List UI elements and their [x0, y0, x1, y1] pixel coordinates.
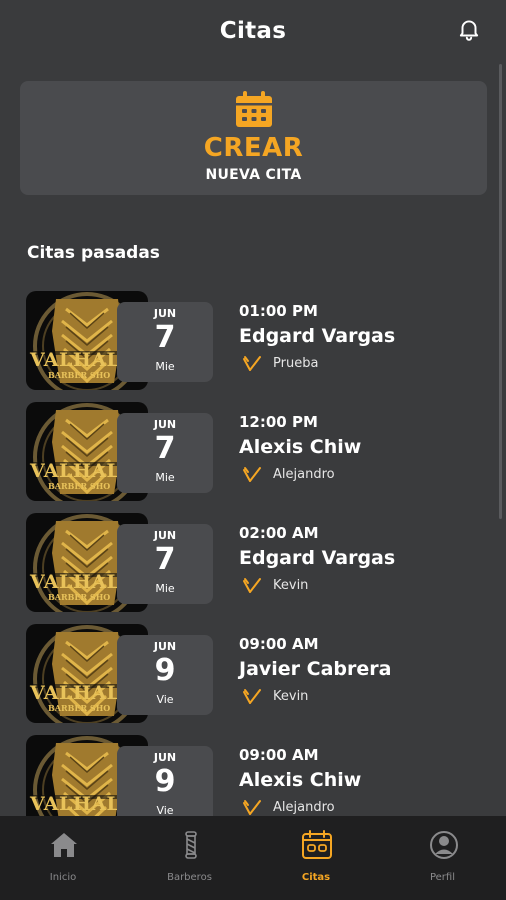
- appointment-row[interactable]: VALHALI BARBER SHO JUN 7 Mie 12:00 PM Al…: [0, 401, 506, 502]
- appointment-info: 09:00 AM Alexis Chiw Alejandro: [239, 746, 361, 816]
- create-subtitle: NUEVA CITA: [205, 167, 302, 183]
- nav-label: Perfil: [429, 872, 455, 883]
- barber-line: Alejandro: [239, 465, 361, 483]
- barber-name: Kevin: [273, 577, 309, 593]
- date-badge: JUN 7 Mie: [117, 302, 213, 382]
- calendar-icon: [236, 91, 272, 127]
- date-day: 9: [154, 764, 176, 799]
- bottom-navigation: Inicio Barberos Citas Perfil: [0, 816, 506, 900]
- date-weekday: Vie: [156, 693, 174, 706]
- razor-icon: [243, 578, 261, 593]
- nav-item-inicio[interactable]: Inicio: [0, 816, 126, 900]
- client-name: Javier Cabrera: [239, 658, 392, 680]
- appointment-info: 02:00 AM Edgard Vargas Kevin: [239, 524, 395, 594]
- appointment-time: 01:00 PM: [239, 302, 318, 320]
- appointment-time: 02:00 AM: [239, 524, 319, 542]
- client-name: Edgard Vargas: [239, 325, 396, 347]
- client-name: Alexis Chiw: [239, 436, 362, 458]
- appointment-info: 09:00 AM Javier Cabrera Kevin: [239, 635, 391, 705]
- date-weekday: Mie: [155, 582, 175, 595]
- barber-name: Alejandro: [273, 466, 335, 482]
- date-day: 7: [154, 431, 176, 466]
- appointment-row[interactable]: VALHALI BARBER SHO JUN 7 Mie 02:00 AM Ed…: [0, 512, 506, 613]
- date-month: JUN: [153, 307, 177, 320]
- user-icon: [428, 830, 460, 860]
- appointment-time: 12:00 PM: [239, 413, 318, 431]
- date-badge: JUN 7 Mie: [117, 413, 213, 493]
- barber-line: Kevin: [239, 687, 391, 705]
- appointment-time: 09:00 AM: [239, 746, 319, 764]
- barber-line: Kevin: [239, 576, 395, 594]
- nav-item-perfil[interactable]: Perfil: [380, 816, 506, 900]
- date-month: JUN: [153, 751, 177, 764]
- date-badge: JUN 7 Mie: [117, 524, 213, 604]
- calendar-icon: [301, 830, 333, 860]
- nav-label: Citas: [301, 872, 331, 883]
- date-month: JUN: [153, 529, 177, 542]
- razor-icon: [243, 356, 261, 371]
- nav-item-citas[interactable]: Citas: [253, 816, 379, 900]
- date-badge: JUN 9 Vie: [117, 746, 213, 826]
- appointment-info: 12:00 PM Alexis Chiw Alejandro: [239, 413, 361, 483]
- app-header: Citas: [0, 0, 506, 64]
- appointment-time: 09:00 AM: [239, 635, 319, 653]
- barber-line: Prueba: [239, 354, 395, 372]
- client-name: Edgard Vargas: [239, 547, 396, 569]
- create-title: CREAR: [203, 133, 304, 163]
- client-name: Alexis Chiw: [239, 769, 362, 791]
- razor-icon: [243, 689, 261, 704]
- page-title: Citas: [219, 18, 287, 44]
- date-day: 7: [154, 542, 176, 577]
- barber-pole-icon: [175, 830, 207, 860]
- nav-label: Barberos: [167, 872, 212, 883]
- razor-icon: [243, 467, 261, 482]
- date-day: 9: [154, 653, 176, 688]
- bell-icon[interactable]: [456, 16, 482, 42]
- date-month: JUN: [153, 418, 177, 431]
- home-icon: [48, 830, 80, 860]
- date-weekday: Mie: [155, 471, 175, 484]
- barber-line: Alejandro: [239, 798, 361, 816]
- barber-name: Prueba: [273, 355, 319, 371]
- date-month: JUN: [153, 640, 177, 653]
- appointment-info: 01:00 PM Edgard Vargas Prueba: [239, 302, 395, 372]
- barber-name: Kevin: [273, 688, 309, 704]
- appointment-row[interactable]: VALHALI BARBER SHO JUN 7 Mie 01:00 PM Ed…: [0, 290, 506, 391]
- nav-item-barberos[interactable]: Barberos: [127, 816, 253, 900]
- razor-icon: [243, 800, 261, 815]
- barber-name: Alejandro: [273, 799, 335, 815]
- date-day: 7: [154, 320, 176, 355]
- appointment-row[interactable]: VALHALI BARBER SHO JUN 9 Vie 09:00 AM Ja…: [0, 623, 506, 724]
- date-badge: JUN 9 Vie: [117, 635, 213, 715]
- date-weekday: Mie: [155, 360, 175, 373]
- section-title: Citas pasadas: [27, 243, 160, 263]
- nav-label: Inicio: [49, 872, 77, 883]
- create-appointment-button[interactable]: CREAR NUEVA CITA: [20, 81, 487, 195]
